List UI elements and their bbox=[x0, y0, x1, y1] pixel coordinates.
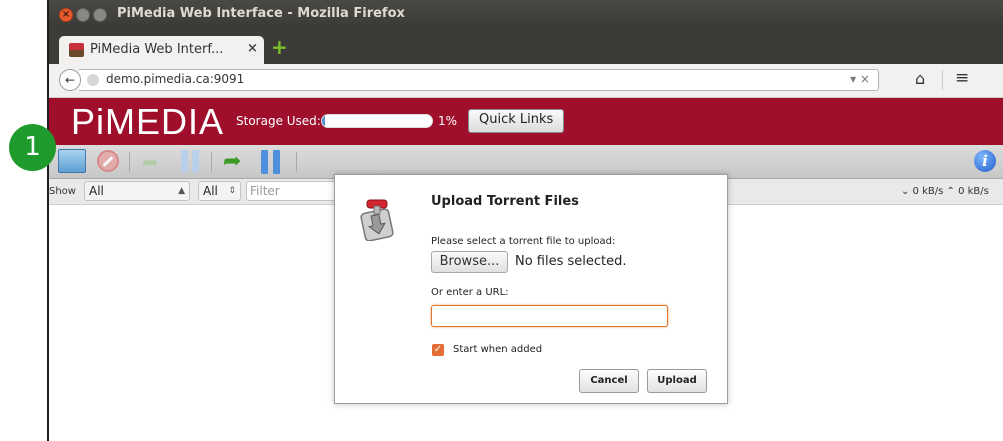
resume-torrent-icon[interactable]: ➦ bbox=[142, 150, 166, 174]
window-titlebar: × PiMedia Web Interface - Mozilla Firefo… bbox=[49, 0, 1003, 30]
storage-progress-bar bbox=[321, 114, 433, 128]
browse-button[interactable]: Browse... bbox=[431, 251, 508, 273]
browser-window: × PiMedia Web Interface - Mozilla Firefo… bbox=[47, 0, 1003, 441]
tab-close-icon[interactable]: × bbox=[247, 41, 258, 56]
toolbar-divider bbox=[942, 70, 943, 90]
storage-percent: 1% bbox=[438, 114, 458, 128]
tracker-filter-select[interactable]: All ⇕ bbox=[198, 181, 241, 201]
pause-torrent-icon[interactable] bbox=[181, 150, 201, 172]
transmission-logo-icon bbox=[360, 199, 394, 241]
show-label: Show bbox=[49, 186, 76, 197]
navigation-bar: demo.pimedia.ca:9091 ▾ × ← ⌂ ≡ bbox=[49, 64, 1003, 98]
new-tab-button[interactable]: + bbox=[271, 37, 288, 57]
tracker-filter-value: All bbox=[203, 184, 218, 198]
remove-torrent-icon[interactable] bbox=[97, 150, 119, 172]
browser-tab[interactable]: PiMedia Web Interf... × bbox=[59, 36, 264, 64]
resume-all-icon[interactable]: ➦ bbox=[223, 150, 247, 174]
pimedia-header: PiMEDIA Storage Used: 1% Quick Links bbox=[49, 98, 1003, 145]
info-icon[interactable]: i bbox=[974, 150, 996, 172]
url-label: Or enter a URL: bbox=[431, 287, 509, 298]
state-filter-select[interactable]: All ▲ bbox=[84, 181, 190, 201]
step-number-badge: 1 bbox=[9, 124, 56, 171]
select-arrows-icon: ⇕ bbox=[228, 186, 236, 196]
home-icon[interactable]: ⌂ bbox=[915, 69, 925, 88]
favicon-icon bbox=[69, 43, 84, 57]
dialog-title: Upload Torrent Files bbox=[431, 194, 579, 209]
tab-label: PiMedia Web Interf... bbox=[90, 42, 224, 57]
select-file-message: Please select a torrent file to upload: bbox=[431, 236, 616, 247]
back-button[interactable]: ← bbox=[59, 69, 81, 91]
upload-button[interactable]: Upload bbox=[647, 369, 707, 393]
select-arrows-icon: ▲ bbox=[178, 186, 185, 196]
toolbar-divider bbox=[129, 152, 130, 172]
cancel-button[interactable]: Cancel bbox=[579, 369, 639, 393]
url-text[interactable]: demo.pimedia.ca:9091 bbox=[106, 72, 244, 86]
no-file-text: No files selected. bbox=[515, 254, 627, 269]
upload-dialog: Upload Torrent Files Please select a tor… bbox=[334, 174, 728, 404]
open-torrent-icon[interactable] bbox=[58, 149, 86, 173]
window-title: PiMedia Web Interface - Mozilla Firefox bbox=[117, 6, 405, 21]
toolbar-divider bbox=[296, 152, 297, 172]
url-bar[interactable]: demo.pimedia.ca:9091 ▾ × bbox=[79, 69, 879, 91]
window-close-button[interactable]: × bbox=[59, 8, 73, 22]
window-maximize-button[interactable] bbox=[93, 8, 107, 22]
pimedia-logo: PiMEDIA bbox=[71, 101, 225, 142]
pause-all-icon[interactable] bbox=[261, 150, 283, 174]
tab-strip: PiMedia Web Interf... × + bbox=[49, 30, 1003, 64]
hamburger-menu-icon[interactable]: ≡ bbox=[955, 68, 969, 88]
torrent-url-input[interactable] bbox=[431, 305, 668, 327]
start-when-added-checkbox[interactable]: ✓ bbox=[432, 344, 444, 356]
state-filter-value: All bbox=[89, 184, 104, 198]
globe-icon bbox=[87, 74, 99, 86]
toolbar-divider bbox=[211, 152, 212, 172]
storage-used-label: Storage Used: bbox=[236, 114, 321, 128]
window-minimize-button[interactable] bbox=[76, 8, 90, 22]
quick-links-button[interactable]: Quick Links bbox=[468, 109, 565, 133]
start-when-added-label: Start when added bbox=[453, 344, 543, 355]
storage-progress-fill bbox=[322, 115, 326, 127]
filter-input[interactable]: Filter bbox=[246, 181, 336, 201]
transfer-speed: ⌄ 0 kB/s ⌃ 0 kB/s bbox=[901, 186, 989, 197]
url-dropdown-clear-icons[interactable]: ▾ × bbox=[850, 72, 870, 86]
